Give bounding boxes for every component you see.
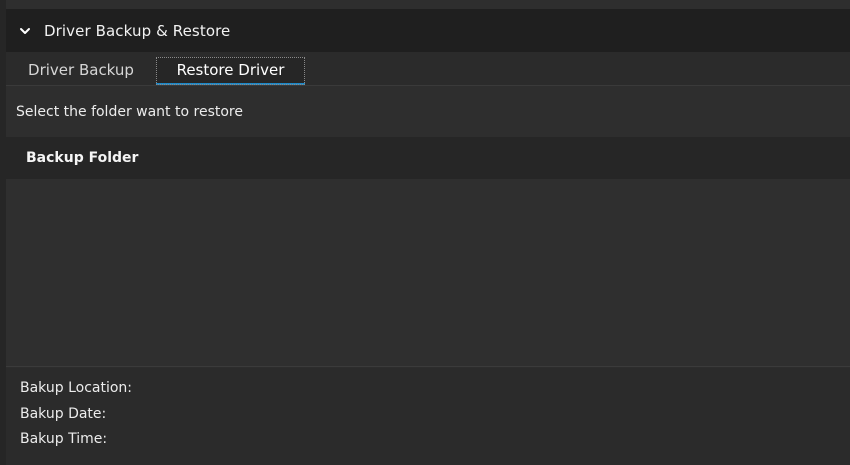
top-strip [6, 0, 850, 9]
tab-restore-driver[interactable]: Restore Driver [156, 57, 305, 85]
backup-info-panel: Bakup Location: Bakup Date: Bakup Time: [6, 368, 850, 465]
backup-time-label: Bakup Time: [20, 431, 108, 447]
tab-bar: Driver Backup Restore Driver [6, 52, 850, 86]
driver-backup-restore-window: Driver Backup & Restore Driver Backup Re… [0, 0, 850, 465]
backup-folder-column-header[interactable]: Backup Folder [6, 137, 850, 179]
restore-instruction-text: Select the folder want to restore [6, 86, 850, 137]
section-title: Driver Backup & Restore [44, 21, 231, 40]
backup-location-label: Bakup Location: [20, 380, 132, 396]
chevron-down-icon[interactable] [18, 24, 32, 38]
backup-date-label: Bakup Date: [20, 405, 107, 422]
backup-folder-list[interactable] [6, 179, 850, 367]
section-header-driver-backup-restore[interactable]: Driver Backup & Restore [6, 9, 850, 52]
tab-driver-backup[interactable]: Driver Backup [21, 57, 141, 85]
